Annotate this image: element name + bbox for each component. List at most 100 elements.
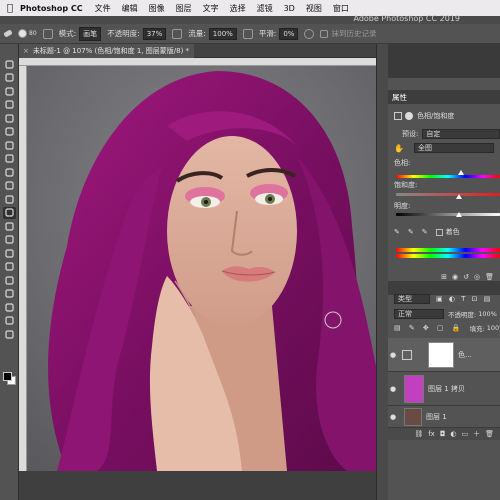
- gradient-tool-icon[interactable]: [3, 220, 16, 232]
- hue-slider-thumb[interactable]: [458, 170, 464, 175]
- hand-tool-icon[interactable]: [3, 315, 16, 327]
- smooth-label: 平滑:: [258, 29, 277, 38]
- smooth-field[interactable]: 0%: [279, 27, 299, 40]
- eyedropper-tool-icon[interactable]: [3, 139, 16, 151]
- menu-file[interactable]: 文件: [95, 3, 111, 14]
- mode-select[interactable]: 画笔: [79, 26, 102, 41]
- frame-tool-icon[interactable]: [3, 126, 16, 138]
- menu-edit[interactable]: 编辑: [122, 3, 138, 14]
- hue-saturation-icon: [394, 112, 402, 120]
- flow-field[interactable]: 100%: [208, 27, 237, 40]
- layer-mask-thumbnail[interactable]: [428, 341, 454, 368]
- blur-tool-icon[interactable]: [3, 234, 16, 246]
- link-icon[interactable]: ⛓: [414, 430, 423, 438]
- hue-slider-track[interactable]: [396, 175, 500, 178]
- brush-size[interactable]: 80: [29, 30, 37, 37]
- dodge-tool-icon[interactable]: [3, 247, 16, 259]
- marquee-tool-icon[interactable]: [3, 72, 16, 84]
- eye-icon[interactable]: ●: [388, 351, 398, 359]
- brush-preset-icon[interactable]: [18, 29, 27, 38]
- layer-row[interactable]: ● 图层 1: [388, 406, 500, 428]
- pressure-opacity-icon[interactable]: [172, 28, 183, 39]
- eye-icon[interactable]: ●: [388, 413, 398, 421]
- collapsed-panel-dock[interactable]: [376, 44, 388, 500]
- lightness-label: 明度:: [394, 202, 411, 210]
- fill-value[interactable]: 100%: [487, 324, 500, 332]
- eraser-tool-icon[interactable]: [3, 206, 16, 219]
- eyedropper-minus-icon[interactable]: ✎: [422, 228, 428, 236]
- lock-icons[interactable]: ▤ ✎ ✥ ▢ 🔒: [394, 324, 464, 332]
- layer-row[interactable]: ● 色...: [388, 338, 500, 372]
- layer-thumbnail[interactable]: [404, 407, 422, 426]
- foreground-color-swatch[interactable]: [3, 372, 12, 381]
- blend-mode-select[interactable]: 正常: [394, 309, 444, 319]
- move-tool-icon[interactable]: [3, 58, 16, 70]
- zoom-tool-icon[interactable]: [3, 328, 16, 340]
- opacity-field[interactable]: 37%: [142, 27, 167, 40]
- lightness-slider-track[interactable]: [396, 213, 500, 216]
- clone-stamp-tool-icon[interactable]: [3, 180, 16, 192]
- layer-name: 图层 1: [426, 412, 447, 421]
- menu-image[interactable]: 图像: [149, 3, 165, 14]
- layer-thumbnail[interactable]: [404, 374, 424, 403]
- clip-icon[interactable]: ⊞: [441, 273, 447, 281]
- folder-icon[interactable]: ▭: [461, 430, 468, 438]
- mask-icon[interactable]: [405, 112, 413, 120]
- view-previous-icon[interactable]: ◉: [452, 273, 458, 281]
- close-icon[interactable]: ×: [23, 47, 29, 55]
- lock-row: ▤ ✎ ✥ ▢ 🔒 填充: 100%: [388, 322, 500, 334]
- menu-view[interactable]: 视图: [306, 3, 322, 14]
- app-menu[interactable]: Photoshop CC: [20, 4, 83, 13]
- adjustment-name: 色相/饱和度: [417, 112, 455, 120]
- pen-tool-icon[interactable]: [3, 261, 16, 273]
- channel-select[interactable]: 全图: [413, 143, 494, 153]
- trash-icon[interactable]: 🗑: [485, 273, 494, 281]
- fill-label: 填充:: [469, 325, 485, 333]
- colorize-checkbox[interactable]: [435, 228, 443, 236]
- menu-window[interactable]: 窗口: [333, 3, 349, 14]
- menu-layer[interactable]: 图层: [176, 3, 192, 14]
- mask-add-icon[interactable]: ◘: [440, 430, 446, 438]
- history-brush-tool-icon[interactable]: [3, 193, 16, 205]
- menu-select[interactable]: 选择: [230, 3, 246, 14]
- adjustment-add-icon[interactable]: ◐: [450, 430, 456, 438]
- filter-icons[interactable]: ▣ ◐ T ⊡ ▤: [436, 295, 492, 303]
- document-tab[interactable]: × 未标题-1 @ 107% (色相/饱和度 1, 图层蒙版/8) *: [19, 44, 194, 58]
- trash-icon[interactable]: 🗑: [485, 430, 494, 438]
- healing-brush-tool-icon[interactable]: [3, 153, 16, 165]
- eraser-tool-icon[interactable]: [3, 29, 13, 38]
- reset-icon[interactable]: ↺: [463, 273, 469, 281]
- type-tool-icon[interactable]: [3, 274, 16, 286]
- brush-tool-icon[interactable]: [3, 166, 16, 178]
- magic-wand-tool-icon[interactable]: [3, 99, 16, 111]
- lightness-slider-thumb[interactable]: [456, 212, 462, 217]
- lasso-tool-icon[interactable]: [3, 85, 16, 97]
- airbrush-icon[interactable]: [242, 28, 253, 39]
- document-canvas[interactable]: [27, 66, 376, 471]
- brush-settings-icon[interactable]: [42, 28, 53, 39]
- fx-icon[interactable]: fx: [428, 430, 435, 438]
- eyedropper-icon[interactable]: ✎: [394, 228, 400, 236]
- preset-label: 预设:: [402, 130, 419, 138]
- saturation-slider-track[interactable]: [396, 193, 500, 196]
- saturation-slider-thumb[interactable]: [456, 194, 462, 199]
- crop-tool-icon[interactable]: [3, 112, 16, 124]
- visibility-icon[interactable]: ◎: [474, 273, 480, 281]
- erase-history-checkbox[interactable]: [320, 29, 329, 38]
- menu-filter[interactable]: 滤镜: [257, 3, 273, 14]
- menu-3d[interactable]: 3D: [284, 4, 295, 13]
- apple-icon[interactable]: : [0, 3, 20, 14]
- eyedropper-plus-icon[interactable]: ✎: [408, 228, 414, 236]
- gear-icon[interactable]: [304, 28, 315, 39]
- hand-tool-icon[interactable]: ✋: [394, 144, 404, 153]
- rectangle-tool-icon[interactable]: [3, 301, 16, 313]
- layer-opacity-value[interactable]: 100%: [478, 310, 497, 318]
- layer-row[interactable]: ● 图层 1 拷贝: [388, 372, 500, 406]
- menu-type[interactable]: 文字: [203, 3, 219, 14]
- new-layer-icon[interactable]: ＋: [473, 429, 480, 439]
- eye-icon[interactable]: ●: [388, 385, 398, 393]
- flow-label: 流量:: [188, 29, 206, 38]
- path-select-tool-icon[interactable]: [3, 288, 16, 300]
- preset-select[interactable]: 自定: [422, 129, 500, 139]
- layer-filter-select[interactable]: 类型: [394, 294, 430, 304]
